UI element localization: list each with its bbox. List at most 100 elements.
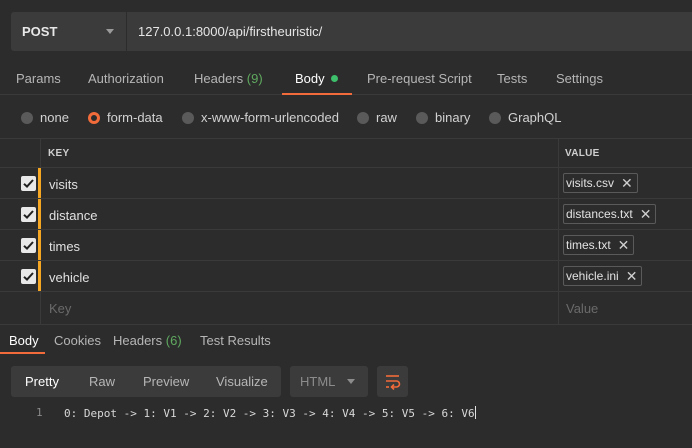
radio-form-data[interactable]: form-data xyxy=(88,110,163,125)
tab-label: Headers xyxy=(113,333,163,348)
row-marker xyxy=(38,168,41,198)
request-tabs: Params Authorization Headers (9) Body Pr… xyxy=(0,62,692,95)
wrap-lines-icon xyxy=(386,375,401,390)
tab-label: Headers xyxy=(194,71,244,86)
file-name: distances.txt xyxy=(566,207,633,221)
file-chip: visits.csv ✕ xyxy=(563,173,638,193)
text-cursor xyxy=(474,406,476,419)
radio-circle-icon xyxy=(489,111,501,124)
close-icon[interactable]: ✕ xyxy=(626,269,638,283)
headers-count: (6) xyxy=(165,333,182,348)
file-chip: distances.txt ✕ xyxy=(563,204,657,224)
tab-label: Settings xyxy=(556,71,603,86)
file-chip: times.txt ✕ xyxy=(563,235,635,255)
table-header: KEY VALUE xyxy=(0,139,692,168)
view-raw-button[interactable]: Raw xyxy=(89,366,115,397)
radio-raw[interactable]: raw xyxy=(357,110,397,125)
method-select[interactable]: POST xyxy=(11,12,126,51)
tab-response-headers[interactable]: Headers (6) xyxy=(113,333,182,348)
table-row: visits visits.csv ✕ xyxy=(0,168,692,199)
response-body: 1 0: Depot -> 1: V1 -> 2: V2 -> 3: V3 ->… xyxy=(0,402,692,448)
code-line[interactable]: 0: Depot -> 1: V1 -> 2: V2 -> 3: V3 -> 4… xyxy=(64,406,476,420)
radio-binary[interactable]: binary xyxy=(416,110,470,125)
radio-label: none xyxy=(40,110,69,125)
view-visualize-button[interactable]: Visualize xyxy=(216,366,268,397)
form-data-table: KEY VALUE visits visits.csv ✕ distance di… xyxy=(0,138,692,325)
chevron-down-icon xyxy=(106,29,114,34)
table-row: vehicle vehicle.ini ✕ xyxy=(0,261,692,292)
tab-body[interactable]: Body xyxy=(295,71,338,86)
checkbox-check-icon xyxy=(23,210,34,220)
row-checkbox[interactable] xyxy=(21,238,36,253)
format-label: HTML xyxy=(300,374,336,389)
file-chip: vehicle.ini ✕ xyxy=(563,266,643,286)
row-checkbox[interactable] xyxy=(21,269,36,284)
radio-label: raw xyxy=(376,110,397,125)
tab-label: Test Results xyxy=(200,333,271,348)
key-input[interactable]: Key xyxy=(49,301,71,316)
row-checkbox[interactable] xyxy=(21,176,36,191)
tab-label: Pre-request Script xyxy=(367,71,472,86)
tab-label: Authorization xyxy=(88,71,164,86)
response-tabs: Body Cookies Headers (6) Test Results xyxy=(0,324,692,354)
headers-count: (9) xyxy=(246,71,263,86)
tab-test-results[interactable]: Test Results xyxy=(200,333,271,348)
checkbox-check-icon xyxy=(23,241,34,251)
chevron-down-icon xyxy=(347,379,355,384)
radio-x-www-form-urlencoded[interactable]: x-www-form-urlencoded xyxy=(182,110,339,125)
tab-headers[interactable]: Headers (9) xyxy=(194,71,263,86)
radio-graphql[interactable]: GraphQL xyxy=(489,110,561,125)
value-input[interactable]: Value xyxy=(566,301,598,316)
row-marker xyxy=(38,261,41,291)
method-label: POST xyxy=(22,24,58,39)
tab-tests[interactable]: Tests xyxy=(497,71,527,86)
line-number: 1 xyxy=(36,406,43,419)
row-key[interactable]: visits xyxy=(49,177,78,192)
radio-label: binary xyxy=(435,110,471,125)
view-pretty-button[interactable]: Pretty xyxy=(25,366,59,397)
view-mode-group: Pretty Raw Preview Visualize xyxy=(11,366,281,397)
radio-label: form-data xyxy=(107,110,163,125)
tab-params[interactable]: Params xyxy=(16,71,61,86)
tab-cookies[interactable]: Cookies xyxy=(54,333,101,348)
tab-label: Tests xyxy=(497,71,528,86)
tab-authorization[interactable]: Authorization xyxy=(88,71,164,86)
tab-label: Body xyxy=(9,333,39,348)
close-icon[interactable]: ✕ xyxy=(640,207,652,221)
file-name: visits.csv xyxy=(566,176,614,190)
active-dot-icon xyxy=(330,75,338,82)
row-checkbox[interactable] xyxy=(21,207,36,222)
row-key[interactable]: vehicle xyxy=(49,270,89,285)
key-column-header: KEY xyxy=(48,148,70,159)
table-row-empty: Key Value xyxy=(0,292,692,323)
radio-circle-icon xyxy=(21,111,33,124)
radio-none[interactable]: none xyxy=(21,110,69,125)
row-marker xyxy=(38,230,41,260)
close-icon[interactable]: ✕ xyxy=(621,176,633,190)
row-key[interactable]: distance xyxy=(49,208,97,223)
radio-circle-icon xyxy=(88,111,100,124)
radio-label: GraphQL xyxy=(508,110,562,125)
tab-settings[interactable]: Settings xyxy=(556,71,603,86)
tab-response-body[interactable]: Body xyxy=(9,333,39,348)
tab-label: Body xyxy=(295,71,325,86)
tab-pre-request-script[interactable]: Pre-request Script xyxy=(367,71,472,86)
response-text: 0: Depot -> 1: V1 -> 2: V2 -> 3: V3 -> 4… xyxy=(64,407,475,420)
radio-label: x-www-form-urlencoded xyxy=(201,110,339,125)
tab-label: Cookies xyxy=(54,333,101,348)
value-column-header: VALUE xyxy=(565,148,600,159)
row-marker xyxy=(38,199,41,229)
wrap-lines-button[interactable] xyxy=(377,366,408,397)
file-name: vehicle.ini xyxy=(566,269,619,283)
format-select[interactable]: HTML xyxy=(290,366,368,397)
checkbox-check-icon xyxy=(23,272,34,282)
active-tab-indicator xyxy=(0,352,45,354)
view-preview-button[interactable]: Preview xyxy=(143,366,189,397)
url-input[interactable]: 127.0.0.1:8000/api/firstheuristic/ xyxy=(126,12,692,51)
row-key[interactable]: times xyxy=(49,239,80,254)
close-icon[interactable]: ✕ xyxy=(618,238,630,252)
response-view-bar: Pretty Raw Preview Visualize HTML xyxy=(0,366,692,398)
radio-circle-icon xyxy=(182,111,194,124)
table-row: distance distances.txt ✕ xyxy=(0,199,692,230)
radio-circle-icon xyxy=(416,111,428,124)
